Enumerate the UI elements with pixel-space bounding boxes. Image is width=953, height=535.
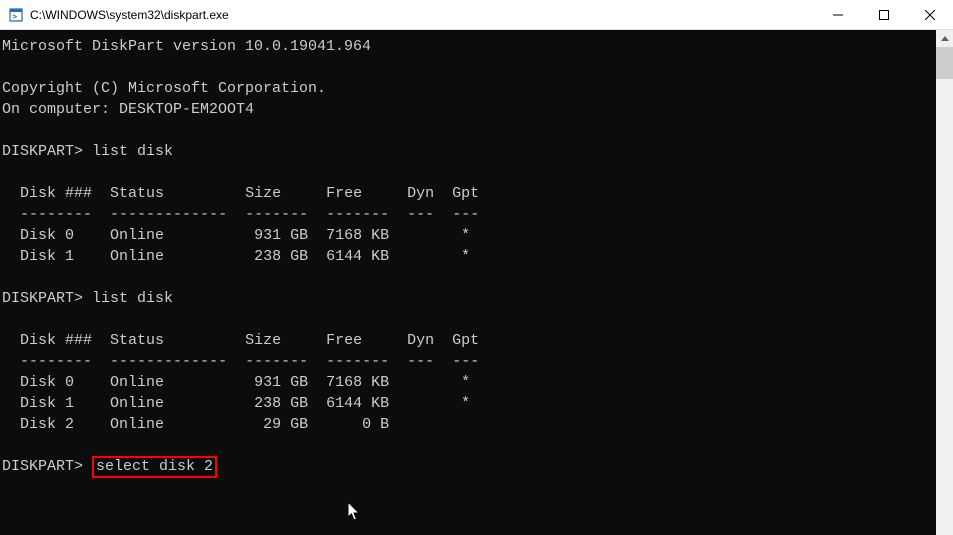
- highlighted-command: select disk 2: [92, 456, 217, 478]
- prompt: DISKPART>: [2, 458, 83, 475]
- th-dyn: Dyn: [407, 332, 434, 349]
- copyright-line: Copyright (C) Microsoft Corporation.: [2, 80, 326, 97]
- th-dyn: Dyn: [407, 185, 434, 202]
- version-line: Microsoft DiskPart version 10.0.19041.96…: [2, 38, 371, 55]
- close-button[interactable]: [907, 0, 953, 29]
- th-disk: Disk ###: [20, 332, 92, 349]
- th-gpt: Gpt: [452, 332, 479, 349]
- disk-row: Disk 1 Online 238 GB 6144 KB *: [20, 248, 470, 265]
- titlebar[interactable]: >_ C:\WINDOWS\system32\diskpart.exe: [0, 0, 953, 30]
- th-size: Size: [245, 185, 281, 202]
- th-gpt: Gpt: [452, 185, 479, 202]
- disk-row: Disk 0 Online 931 GB 7168 KB *: [20, 374, 470, 391]
- window-title: C:\WINDOWS\system32\diskpart.exe: [30, 8, 815, 22]
- minimize-button[interactable]: [815, 0, 861, 29]
- th-free: Free: [326, 185, 362, 202]
- th-disk: Disk ###: [20, 185, 92, 202]
- computer-line: On computer: DESKTOP-EM2OOT4: [2, 101, 254, 118]
- disk-row: Disk 0 Online 931 GB 7168 KB *: [20, 227, 470, 244]
- command: list disk: [92, 143, 173, 160]
- svg-text:>_: >_: [12, 12, 22, 21]
- terminal-output[interactable]: Microsoft DiskPart version 10.0.19041.96…: [0, 30, 953, 535]
- scroll-thumb[interactable]: [936, 47, 953, 79]
- th-size: Size: [245, 332, 281, 349]
- window-controls: [815, 0, 953, 29]
- th-status: Status: [110, 332, 164, 349]
- disk-row: Disk 2 Online 29 GB 0 B: [20, 416, 389, 433]
- disk-row: Disk 1 Online 238 GB 6144 KB *: [20, 395, 470, 412]
- command: list disk: [92, 290, 173, 307]
- th-free: Free: [326, 332, 362, 349]
- th-status: Status: [110, 185, 164, 202]
- app-icon: >_: [8, 7, 24, 23]
- prompt: DISKPART>: [2, 143, 83, 160]
- maximize-button[interactable]: [861, 0, 907, 29]
- prompt: DISKPART>: [2, 290, 83, 307]
- scroll-up-arrow[interactable]: [936, 30, 953, 47]
- scrollbar[interactable]: [936, 30, 953, 535]
